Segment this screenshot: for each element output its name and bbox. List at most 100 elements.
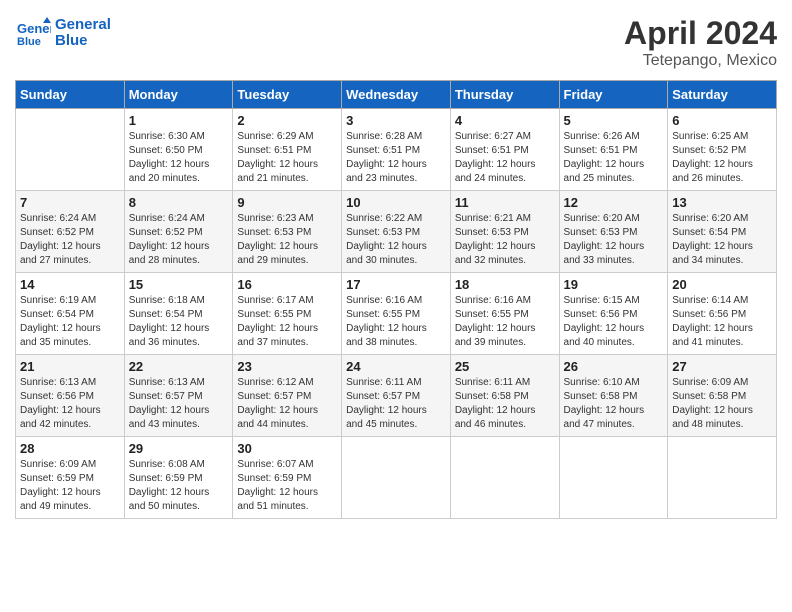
svg-text:General: General xyxy=(17,21,51,36)
day-info: Sunrise: 6:25 AM Sunset: 6:52 PM Dayligh… xyxy=(672,130,772,186)
day-number: 12 xyxy=(564,195,664,210)
day-info: Sunrise: 6:18 AM Sunset: 6:54 PM Dayligh… xyxy=(129,294,229,350)
day-info: Sunrise: 6:16 AM Sunset: 6:55 PM Dayligh… xyxy=(455,294,555,350)
calendar-cell: 13 Sunrise: 6:20 AM Sunset: 6:54 PM Dayli… xyxy=(668,191,777,273)
day-info: Sunrise: 6:13 AM Sunset: 6:56 PM Dayligh… xyxy=(20,376,120,432)
calendar-cell: 24 Sunrise: 6:11 AM Sunset: 6:57 PM Dayli… xyxy=(342,355,451,437)
day-number: 9 xyxy=(237,195,337,210)
calendar-cell xyxy=(559,437,668,519)
calendar-cell: 25Sunrise: 6:11 AM Sunset: 6:58 PM Dayli… xyxy=(450,355,559,437)
day-number: 15 xyxy=(129,277,229,292)
day-number: 27 xyxy=(672,359,772,374)
calendar-cell: 10Sunrise: 6:22 AM Sunset: 6:53 PM Dayli… xyxy=(342,191,451,273)
day-info: Sunrise: 6:11 AM Sunset: 6:58 PM Dayligh… xyxy=(455,376,555,432)
day-info: Sunrise: 6:13 AM Sunset: 6:57 PM Dayligh… xyxy=(129,376,229,432)
calendar-cell: 7 Sunrise: 6:24 AM Sunset: 6:52 PM Daylig… xyxy=(16,191,125,273)
calendar-cell: 3 Sunrise: 6:28 AM Sunset: 6:51 PM Daylig… xyxy=(342,109,451,191)
calendar-cell: 4 Sunrise: 6:27 AM Sunset: 6:51 PM Daylig… xyxy=(450,109,559,191)
day-info: Sunrise: 6:21 AM Sunset: 6:53 PM Dayligh… xyxy=(455,212,555,268)
day-number: 16 xyxy=(237,277,337,292)
day-info: Sunrise: 6:08 AM Sunset: 6:59 PM Dayligh… xyxy=(129,458,229,514)
day-info: Sunrise: 6:11 AM Sunset: 6:57 PM Dayligh… xyxy=(346,376,446,432)
weekday-header-sunday: Sunday xyxy=(16,81,125,109)
day-number: 13 xyxy=(672,195,772,210)
calendar-week-row: 28 Sunrise: 6:09 AM Sunset: 6:59 PM Dayli… xyxy=(16,437,777,519)
day-info: Sunrise: 6:28 AM Sunset: 6:51 PM Dayligh… xyxy=(346,130,446,186)
day-info: Sunrise: 6:30 AM Sunset: 6:50 PM Dayligh… xyxy=(129,130,229,186)
day-info: Sunrise: 6:20 AM Sunset: 6:54 PM Dayligh… xyxy=(672,212,772,268)
svg-text:Blue: Blue xyxy=(17,36,41,48)
day-info: Sunrise: 6:12 AM Sunset: 6:57 PM Dayligh… xyxy=(237,376,337,432)
calendar-cell xyxy=(668,437,777,519)
day-number: 3 xyxy=(346,113,446,128)
calendar-cell: 9 Sunrise: 6:23 AM Sunset: 6:53 PM Daylig… xyxy=(233,191,342,273)
calendar-cell: 19Sunrise: 6:15 AM Sunset: 6:56 PM Dayli… xyxy=(559,273,668,355)
day-number: 24 xyxy=(346,359,446,374)
calendar-cell: 11 Sunrise: 6:21 AM Sunset: 6:53 PM Dayli… xyxy=(450,191,559,273)
day-number: 1 xyxy=(129,113,229,128)
calendar-week-row: 1 Sunrise: 6:30 AM Sunset: 6:50 PM Daylig… xyxy=(16,109,777,191)
day-number: 4 xyxy=(455,113,555,128)
calendar-cell: 14 Sunrise: 6:19 AM Sunset: 6:54 PM Dayli… xyxy=(16,273,125,355)
day-number: 18 xyxy=(455,277,555,292)
calendar-cell: 18 Sunrise: 6:16 AM Sunset: 6:55 PM Dayli… xyxy=(450,273,559,355)
day-info: Sunrise: 6:10 AM Sunset: 6:58 PM Dayligh… xyxy=(564,376,664,432)
calendar-cell: 17 Sunrise: 6:16 AM Sunset: 6:55 PM Dayli… xyxy=(342,273,451,355)
day-number: 6 xyxy=(672,113,772,128)
calendar-cell: 1 Sunrise: 6:30 AM Sunset: 6:50 PM Daylig… xyxy=(124,109,233,191)
day-number: 20 xyxy=(672,277,772,292)
calendar-cell: 28 Sunrise: 6:09 AM Sunset: 6:59 PM Dayli… xyxy=(16,437,125,519)
calendar-cell: 23 Sunrise: 6:12 AM Sunset: 6:57 PM Dayli… xyxy=(233,355,342,437)
calendar-cell: 21 Sunrise: 6:13 AM Sunset: 6:56 PM Dayli… xyxy=(16,355,125,437)
calendar-cell: 2Sunrise: 6:29 AM Sunset: 6:51 PM Daylig… xyxy=(233,109,342,191)
calendar-cell: 16Sunrise: 6:17 AM Sunset: 6:55 PM Dayli… xyxy=(233,273,342,355)
day-number: 5 xyxy=(564,113,664,128)
day-info: Sunrise: 6:14 AM Sunset: 6:56 PM Dayligh… xyxy=(672,294,772,350)
day-info: Sunrise: 6:24 AM Sunset: 6:52 PM Dayligh… xyxy=(20,212,120,268)
day-info: Sunrise: 6:20 AM Sunset: 6:53 PM Dayligh… xyxy=(564,212,664,268)
day-info: Sunrise: 6:16 AM Sunset: 6:55 PM Dayligh… xyxy=(346,294,446,350)
calendar-week-row: 21 Sunrise: 6:13 AM Sunset: 6:56 PM Dayli… xyxy=(16,355,777,437)
weekday-header-friday: Friday xyxy=(559,81,668,109)
calendar-week-row: 14 Sunrise: 6:19 AM Sunset: 6:54 PM Dayli… xyxy=(16,273,777,355)
header: General Blue GeneralBlue April 2024 Tete… xyxy=(15,15,777,70)
weekday-header-saturday: Saturday xyxy=(668,81,777,109)
calendar-cell: 26Sunrise: 6:10 AM Sunset: 6:58 PM Dayli… xyxy=(559,355,668,437)
day-number: 30 xyxy=(237,441,337,456)
calendar-cell xyxy=(16,109,125,191)
day-number: 17 xyxy=(346,277,446,292)
calendar-cell: 22 Sunrise: 6:13 AM Sunset: 6:57 PM Dayli… xyxy=(124,355,233,437)
logo-text: GeneralBlue xyxy=(55,17,111,50)
weekday-header-monday: Monday xyxy=(124,81,233,109)
day-info: Sunrise: 6:09 AM Sunset: 6:59 PM Dayligh… xyxy=(20,458,120,514)
weekday-header-thursday: Thursday xyxy=(450,81,559,109)
day-number: 7 xyxy=(20,195,120,210)
day-number: 23 xyxy=(237,359,337,374)
calendar-cell xyxy=(450,437,559,519)
day-number: 2 xyxy=(237,113,337,128)
calendar-cell: 6 Sunrise: 6:25 AM Sunset: 6:52 PM Daylig… xyxy=(668,109,777,191)
day-number: 28 xyxy=(20,441,120,456)
day-info: Sunrise: 6:23 AM Sunset: 6:53 PM Dayligh… xyxy=(237,212,337,268)
day-info: Sunrise: 6:27 AM Sunset: 6:51 PM Dayligh… xyxy=(455,130,555,186)
calendar-cell: 5Sunrise: 6:26 AM Sunset: 6:51 PM Daylig… xyxy=(559,109,668,191)
day-number: 14 xyxy=(20,277,120,292)
day-info: Sunrise: 6:19 AM Sunset: 6:54 PM Dayligh… xyxy=(20,294,120,350)
day-number: 21 xyxy=(20,359,120,374)
calendar-table: SundayMondayTuesdayWednesdayThursdayFrid… xyxy=(15,80,777,519)
title-area: April 2024 Tetepango, Mexico xyxy=(624,15,777,70)
calendar-cell: 20 Sunrise: 6:14 AM Sunset: 6:56 PM Dayli… xyxy=(668,273,777,355)
calendar-cell: 15 Sunrise: 6:18 AM Sunset: 6:54 PM Dayli… xyxy=(124,273,233,355)
day-number: 8 xyxy=(129,195,229,210)
calendar-cell xyxy=(342,437,451,519)
logo: General Blue GeneralBlue xyxy=(15,15,111,51)
calendar-subtitle: Tetepango, Mexico xyxy=(624,52,777,70)
day-info: Sunrise: 6:09 AM Sunset: 6:58 PM Dayligh… xyxy=(672,376,772,432)
day-number: 11 xyxy=(455,195,555,210)
day-number: 22 xyxy=(129,359,229,374)
day-number: 19 xyxy=(564,277,664,292)
day-info: Sunrise: 6:07 AM Sunset: 6:59 PM Dayligh… xyxy=(237,458,337,514)
calendar-week-row: 7 Sunrise: 6:24 AM Sunset: 6:52 PM Daylig… xyxy=(16,191,777,273)
calendar-title: April 2024 xyxy=(624,15,777,52)
day-info: Sunrise: 6:22 AM Sunset: 6:53 PM Dayligh… xyxy=(346,212,446,268)
